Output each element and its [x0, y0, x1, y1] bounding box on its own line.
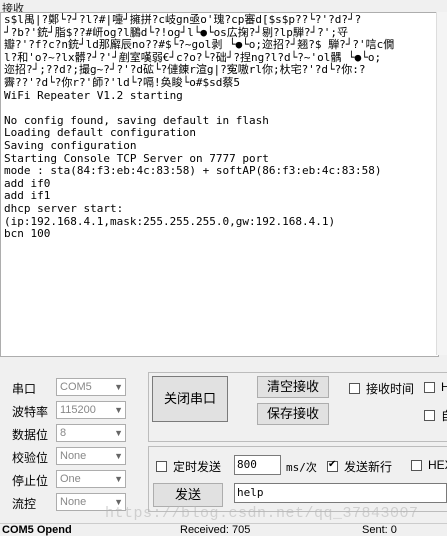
hex-display-label: H [441, 380, 447, 394]
databits-label: 数据位 [12, 428, 49, 442]
interval-input[interactable]: 800 [234, 455, 281, 475]
baud-select-value: 115200 [60, 404, 96, 416]
send-newline-checkbox[interactable]: 发送新行 [327, 458, 392, 475]
timed-send-checkbox[interactable]: 定时发送 [156, 458, 221, 475]
checkbox-box [156, 461, 167, 472]
baud-select[interactable]: 115200 ▼ [56, 401, 126, 419]
databits-select[interactable]: 8 ▼ [56, 424, 126, 442]
chevron-down-icon: ▼ [114, 474, 123, 484]
send-newline-label: 发送新行 [344, 460, 393, 474]
flow-label: 流控 [12, 497, 37, 511]
flow-select-value: None [60, 496, 87, 508]
timed-send-label: 定时发送 [173, 460, 222, 474]
port-select[interactable]: COM5 ▼ [56, 378, 126, 396]
hex-display-checkbox[interactable]: H [424, 380, 447, 394]
checkbox-box [424, 381, 435, 393]
send-button[interactable]: 发送 [153, 483, 223, 507]
parity-label: 校验位 [12, 451, 49, 465]
checkbox-box [411, 459, 422, 471]
databits-select-value: 8 [60, 427, 67, 439]
checkbox-box [349, 383, 360, 394]
chevron-down-icon: ▼ [114, 405, 123, 415]
clear-receive-button[interactable]: 清空接收 [257, 376, 329, 398]
auto-checkbox[interactable]: 自 [424, 407, 447, 424]
baud-label: 波特率 [12, 405, 49, 419]
parity-select-value: None [60, 450, 87, 462]
save-receive-button[interactable]: 保存接收 [257, 403, 329, 425]
checkbox-box [327, 459, 338, 472]
stopbits-select-value: One [60, 473, 81, 485]
interval-unit: ms/次 [286, 461, 317, 474]
port-status: COM5 Opend [2, 524, 72, 536]
receive-textarea[interactable]: s$l禺|?鄭└?┘?l?#|嚏┘擁拼?c岐gn亟o'瑰?cp審d[$s$p??… [0, 12, 439, 357]
close-port-button[interactable]: 关闭串口 [152, 376, 228, 422]
chevron-down-icon: ▼ [114, 451, 123, 461]
port-select-value: COM5 [60, 381, 92, 393]
hex-send-checkbox[interactable]: HEX [411, 458, 447, 472]
send-input[interactable]: help [234, 483, 447, 503]
auto-label: 自 [441, 407, 447, 424]
sent-count: Sent: 0 [362, 524, 397, 536]
chevron-down-icon: ▼ [114, 428, 123, 438]
receive-time-checkbox[interactable]: 接收时间 [349, 380, 414, 397]
receive-log-text: s$l禺|?鄭└?┘?l?#|嚏┘擁拼?c岐gn亟o'瑰?cp審d[$s$p??… [4, 13, 395, 241]
watermark-text: https://blog.csdn.net/qq_37843007 [105, 505, 419, 522]
stopbits-label: 停止位 [12, 474, 49, 488]
hex-send-label: HEX [428, 458, 447, 472]
stopbits-select[interactable]: One ▼ [56, 470, 126, 488]
status-bar: COM5 Opend Received: 705 Sent: 0 [0, 523, 447, 536]
receive-time-label: 接收时间 [366, 382, 415, 396]
received-count: Received: 705 [180, 524, 251, 536]
port-label: 串口 [12, 382, 37, 396]
parity-select[interactable]: None ▼ [56, 447, 126, 465]
receive-scrollbar[interactable] [436, 12, 447, 355]
checkbox-box [424, 410, 435, 421]
chevron-down-icon: ▼ [114, 382, 123, 392]
